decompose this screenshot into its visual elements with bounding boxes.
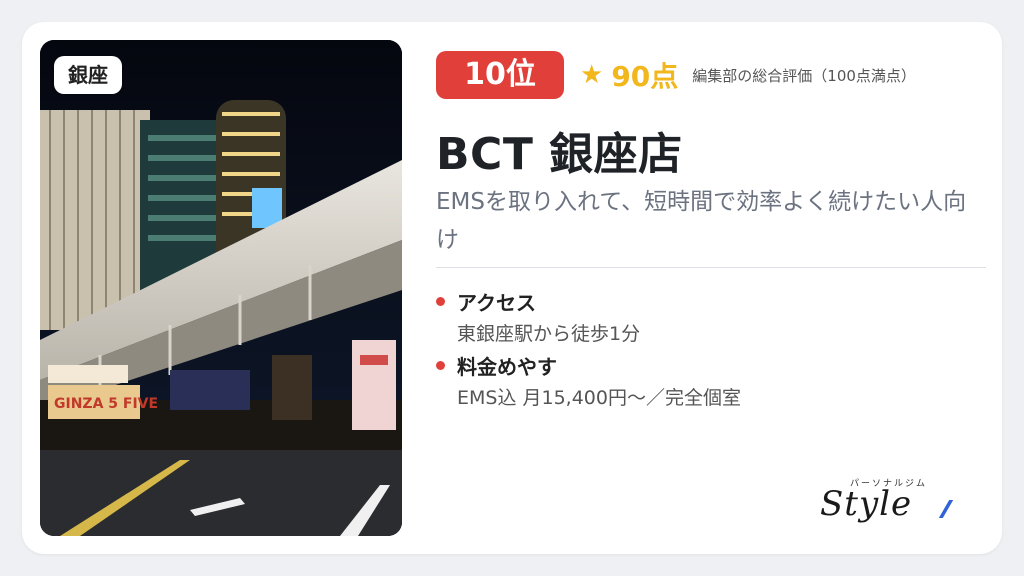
rank-badge: 10位 bbox=[436, 51, 564, 99]
star-icon: ★ bbox=[580, 60, 604, 90]
area-tag: 銀座 bbox=[54, 56, 122, 94]
shop-title: BCT 銀座店 bbox=[436, 129, 683, 180]
score-note: 編集部の総合評価（100点満点） bbox=[692, 66, 916, 85]
personal-gym-style-logo: パーソナルジム Style bbox=[820, 476, 960, 526]
score-value: 90点 bbox=[611, 60, 679, 93]
info-value: EMS込 月15,400円〜／完全個室 bbox=[457, 387, 741, 409]
logo-slash-icon bbox=[938, 500, 954, 518]
info-label: アクセス bbox=[457, 291, 536, 315]
score-row: ★ 90点 編集部の総合評価（100点満点） bbox=[580, 55, 916, 95]
building-sign: GINZA 5 FIVE bbox=[54, 396, 158, 412]
info-label: 料金めやす bbox=[457, 355, 557, 379]
catch-copy: EMSを取り入れて、短時間で効率よく続けたい人向け bbox=[436, 189, 967, 253]
bullet-dot-icon bbox=[436, 361, 445, 370]
logo-wordmark: Style bbox=[820, 484, 913, 524]
bullet-dot-icon bbox=[436, 297, 445, 306]
info-value: 東銀座駅から徒歩1分 bbox=[457, 323, 641, 345]
divider bbox=[436, 267, 986, 268]
gym-photo: GINZA 5 FIVE bbox=[40, 40, 402, 536]
